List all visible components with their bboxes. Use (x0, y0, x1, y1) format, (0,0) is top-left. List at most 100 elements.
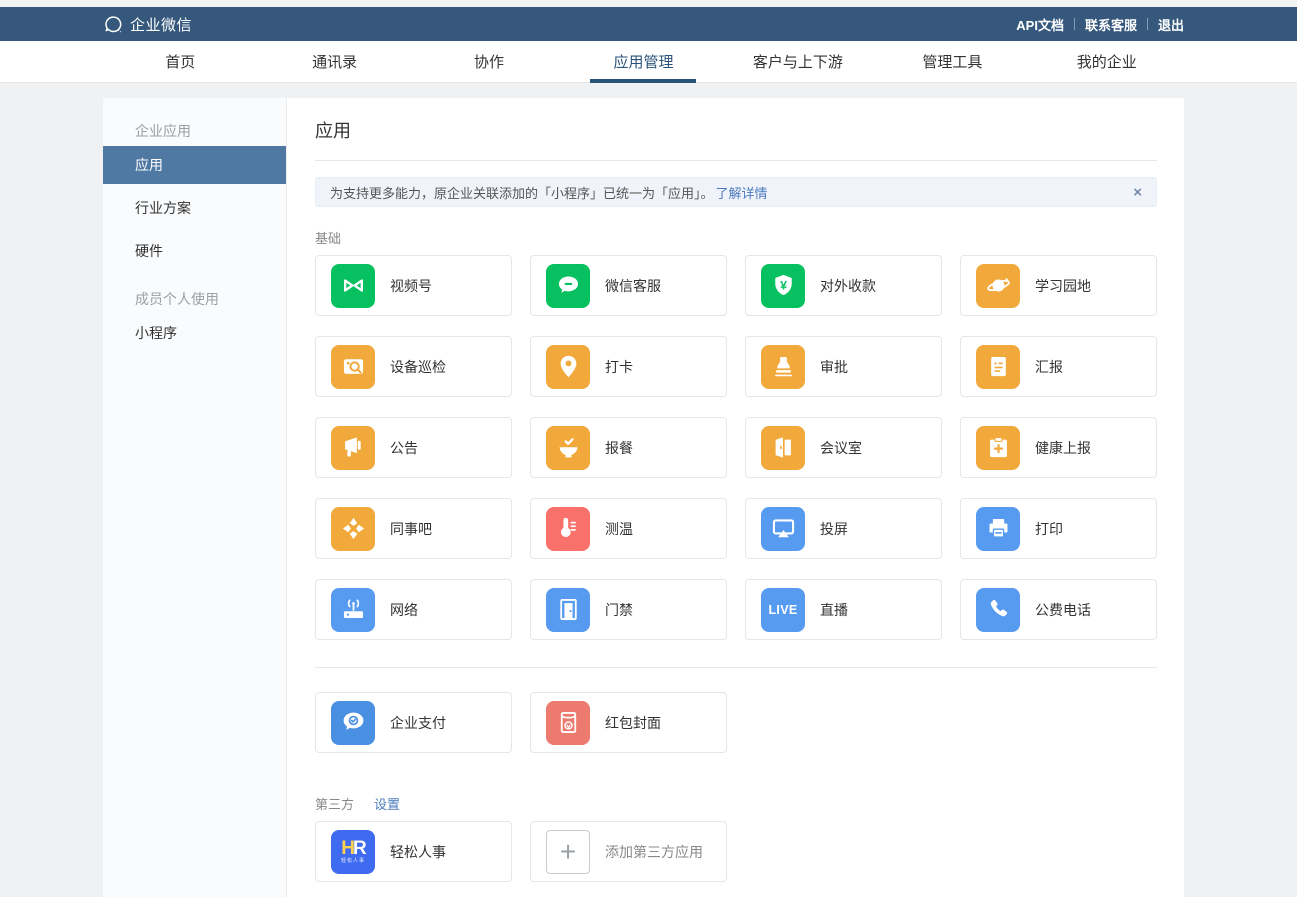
nav-tab-home[interactable]: 首页 (103, 41, 257, 82)
svg-text:¥: ¥ (780, 279, 787, 293)
pay-check-bubble-icon (331, 701, 375, 745)
app-card-live[interactable]: LIVE 直播 (745, 579, 942, 640)
top-strip (0, 0, 1297, 7)
payment-shield-icon: ¥ (761, 264, 805, 308)
learn-more-link[interactable]: 了解详情 (716, 183, 768, 202)
section-label-basic: 基础 (315, 231, 1157, 247)
app-card-learning-campus[interactable]: 学习园地 (960, 255, 1157, 316)
app-card-print[interactable]: 打印 (960, 498, 1157, 559)
app-label: 红包封面 (605, 713, 661, 733)
main-nav: 首页 通讯录 协作 应用管理 客户与上下游 管理工具 我的企业 (0, 41, 1297, 83)
third-party-settings-link[interactable]: 设置 (374, 797, 400, 813)
nav-tab-app-management[interactable]: 应用管理 (566, 41, 720, 82)
red-envelope-icon (546, 701, 590, 745)
title-block: 应用 (315, 118, 1157, 161)
app-card-check-in[interactable]: 打卡 (530, 336, 727, 397)
camera-search-icon (331, 345, 375, 389)
channels-icon (331, 264, 375, 308)
sidebar-item-industry-solutions[interactable]: 行业方案 (103, 189, 286, 227)
app-label: 公费电话 (1035, 600, 1091, 620)
basic-app-grid: 视频号 微信客服 ¥ (315, 255, 1157, 640)
live-badge-icon: LIVE (761, 588, 805, 632)
app-card-external-payment[interactable]: ¥ 对外收款 (745, 255, 942, 316)
app-card-hr[interactable]: HR 轻松人事 轻松人事 (315, 821, 512, 882)
separator (1074, 18, 1075, 30)
sidebar-item-mini-programs[interactable]: 小程序 (103, 314, 286, 352)
wework-brand[interactable]: 企业微信 (103, 14, 192, 35)
contact-support-link[interactable]: 联系客服 (1085, 15, 1137, 34)
app-card-meal-order[interactable]: 报餐 (530, 417, 727, 478)
app-card-equipment-inspection[interactable]: 设备巡检 (315, 336, 512, 397)
add-third-party-app-button[interactable]: + 添加第三方应用 (530, 821, 727, 882)
payment-app-grid: 企业支付 红包封面 (315, 692, 1157, 753)
app-card-announcement[interactable]: 公告 (315, 417, 512, 478)
api-docs-link[interactable]: API文档 (1016, 15, 1064, 34)
nav-tab-admin-tools[interactable]: 管理工具 (875, 41, 1029, 82)
app-card-channels[interactable]: 视频号 (315, 255, 512, 316)
third-party-section-head: 第三方 设置 (315, 797, 1157, 813)
app-card-health-report[interactable]: 健康上报 (960, 417, 1157, 478)
app-label: 打印 (1035, 519, 1063, 539)
nav-tab-collaboration[interactable]: 协作 (412, 41, 566, 82)
location-pin-icon (546, 345, 590, 389)
app-label: 学习园地 (1035, 276, 1091, 296)
app-label: 报餐 (605, 438, 633, 458)
third-party-app-grid: HR 轻松人事 轻松人事 + 添加第三方应用 (315, 821, 1157, 882)
app-label: 审批 (820, 357, 848, 377)
bowl-check-icon (546, 426, 590, 470)
router-icon (331, 588, 375, 632)
app-label: 打卡 (605, 357, 633, 377)
planet-icon (976, 264, 1020, 308)
thermometer-icon (546, 507, 590, 551)
sidebar-group-enterprise-apps: 企业应用 (103, 116, 286, 146)
app-card-temperature[interactable]: 测温 (530, 498, 727, 559)
app-label: 对外收款 (820, 276, 876, 296)
app-label: 微信客服 (605, 276, 661, 296)
printer-icon (976, 507, 1020, 551)
app-label: 测温 (605, 519, 633, 539)
open-door-icon (761, 426, 805, 470)
app-label: 健康上报 (1035, 438, 1091, 458)
hr-subtext: 轻松人事 (341, 858, 365, 865)
app-card-network[interactable]: 网络 (315, 579, 512, 640)
app-card-colleague-bar[interactable]: 同事吧 (315, 498, 512, 559)
sidebar: 企业应用 应用 行业方案 硬件 成员个人使用 小程序 (103, 98, 287, 897)
app-card-red-packet-cover[interactable]: 红包封面 (530, 692, 727, 753)
app-label: 直播 (820, 600, 848, 620)
app-card-enterprise-pay[interactable]: 企业支付 (315, 692, 512, 753)
app-card-screen-cast[interactable]: 投屏 (745, 498, 942, 559)
nav-tab-contacts[interactable]: 通讯录 (257, 41, 411, 82)
logout-link[interactable]: 退出 (1158, 15, 1184, 34)
stamp-icon (761, 345, 805, 389)
phone-icon (976, 588, 1020, 632)
app-card-office-phone[interactable]: 公费电话 (960, 579, 1157, 640)
door-access-icon (546, 588, 590, 632)
app-card-work-report[interactable]: 汇报 (960, 336, 1157, 397)
wework-logo-icon (103, 14, 124, 35)
close-icon[interactable]: × (1133, 185, 1142, 200)
megaphone-icon (331, 426, 375, 470)
sidebar-group-member-personal: 成员个人使用 (103, 284, 286, 314)
app-label: 视频号 (390, 276, 432, 296)
app-label: 同事吧 (390, 519, 432, 539)
app-card-door-access[interactable]: 门禁 (530, 579, 727, 640)
app-label: 汇报 (1035, 357, 1063, 377)
nav-tab-my-enterprise[interactable]: 我的企业 (1030, 41, 1184, 82)
nav-tab-customers[interactable]: 客户与上下游 (721, 41, 875, 82)
app-label: 轻松人事 (390, 842, 446, 862)
document-icon (976, 345, 1020, 389)
app-label: 投屏 (820, 519, 848, 539)
sidebar-item-apps[interactable]: 应用 (103, 146, 286, 184)
plus-icon: + (546, 830, 590, 874)
pinwheel-icon (331, 507, 375, 551)
clipboard-plus-icon (976, 426, 1020, 470)
app-label: 网络 (390, 600, 418, 620)
app-label: 企业支付 (390, 713, 446, 733)
sidebar-item-hardware[interactable]: 硬件 (103, 232, 286, 270)
customer-service-icon (546, 264, 590, 308)
content-panel: 企业应用 应用 行业方案 硬件 成员个人使用 小程序 应用 为支持更多能力，原企… (103, 98, 1184, 897)
app-card-approval[interactable]: 审批 (745, 336, 942, 397)
notice-banner: 为支持更多能力，原企业关联添加的「小程序」已统一为「应用」。 了解详情 × (315, 177, 1157, 207)
app-card-wechat-customer-service[interactable]: 微信客服 (530, 255, 727, 316)
app-card-meeting-room[interactable]: 会议室 (745, 417, 942, 478)
